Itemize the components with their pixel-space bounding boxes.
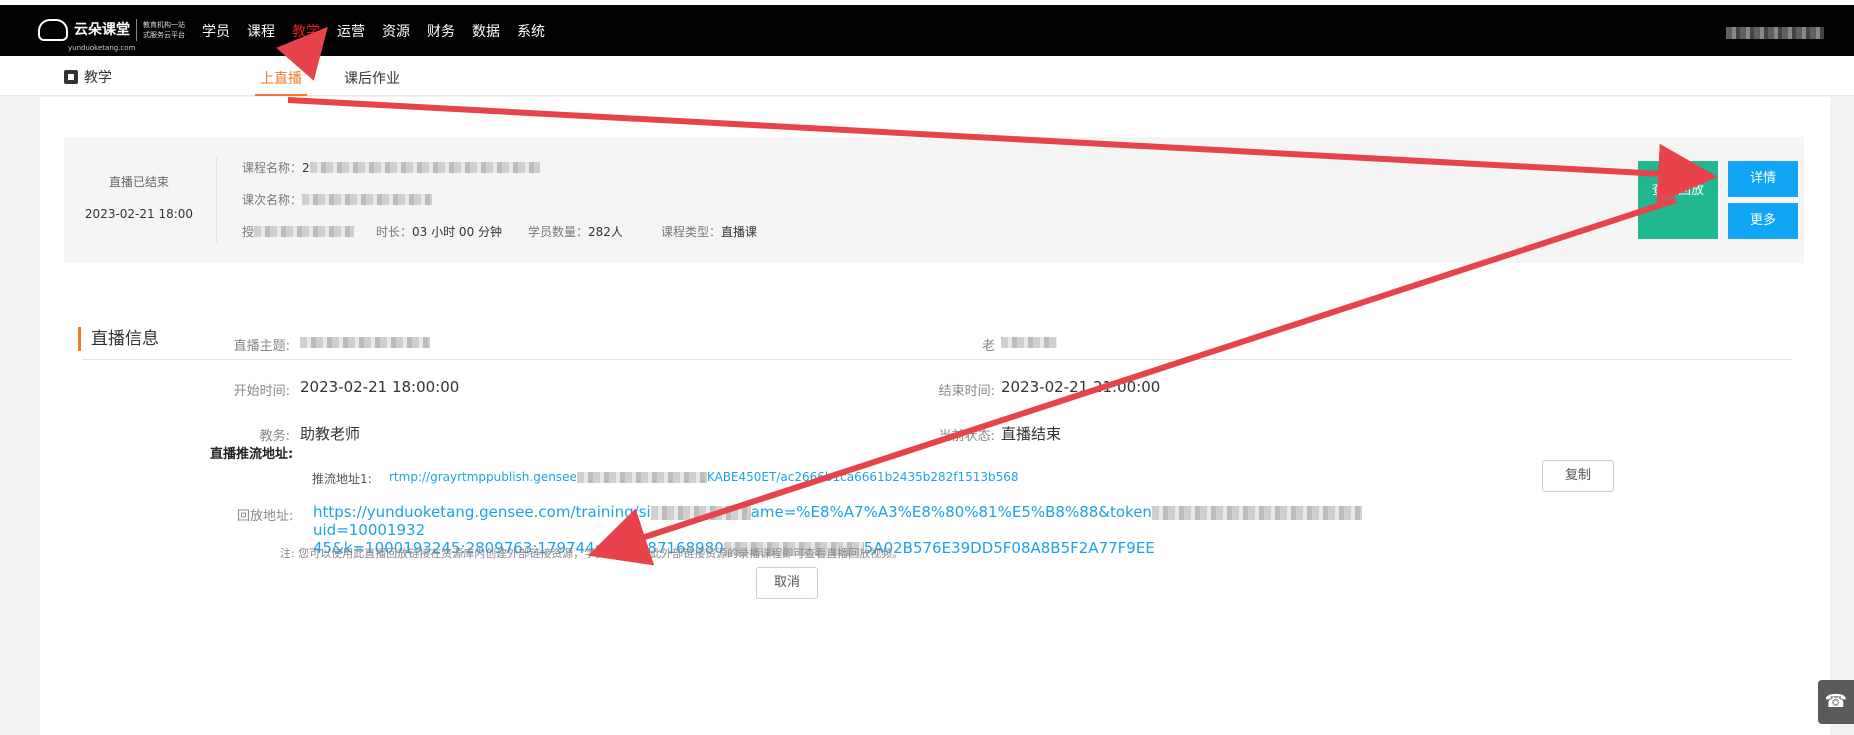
main-panel: 直播已结束 2023-02-21 18:00 课程名称： 2 课次名称： 授 时… [40, 97, 1830, 735]
session-meta-row: 授 时长： 03 小时 00 分钟 学员数量： 282人 课程类型： 直播课 [242, 223, 757, 240]
students-label: 学员数量： [528, 225, 589, 239]
push-url-label: 推流地址1: [312, 472, 372, 486]
session-name-redacted [302, 194, 433, 205]
brand-name: 云朵课堂 [74, 22, 130, 38]
tab-live[interactable]: 上直播 [255, 68, 307, 96]
duration-value: 03 小时 00 分钟 [412, 225, 503, 239]
course-name-value: 2 [302, 160, 310, 175]
push-url-redacted [576, 472, 707, 483]
topic-label: 直播主题: [233, 339, 290, 354]
assistant-label: 教务: [259, 429, 290, 444]
nav-item-data[interactable]: 数据 [472, 22, 500, 42]
course-type-value: 直播课 [720, 225, 757, 239]
replay-url-part-3: uid=10001932 [313, 521, 426, 539]
module-title-label: 教学 [84, 70, 112, 86]
module-title: 教学 [64, 67, 112, 87]
more-button[interactable]: 更多 [1728, 203, 1798, 239]
nav-item-finance[interactable]: 财务 [427, 22, 455, 42]
nav-item-system[interactable]: 系统 [517, 22, 545, 42]
copy-button[interactable]: 复制 [1542, 460, 1614, 492]
replay-url-part-1: https://yunduoketang.gensee.com/training… [313, 503, 651, 521]
push-url[interactable]: rtmp://grayrtmppublish.gensee KABE450ET/a… [389, 470, 1019, 484]
start-time-value: 2023-02-21 18:00:00 [300, 378, 460, 396]
push-url-end: KABE450ET/ac2666b1ca6661b2435b282f1513b5… [706, 470, 1019, 484]
replay-url-part-2: ame=%E8%A7%A3%E8%80%81%E5%B8%88&token [750, 503, 1152, 521]
replay-note: 注: 您可以使用此直播回放链接在资源库内创建外部链接资源，学员购买包含此外部链接… [280, 547, 904, 560]
live-session-card: 直播已结束 2023-02-21 18:00 课程名称： 2 课次名称： 授 时… [64, 137, 1804, 263]
session-status-block: 直播已结束 2023-02-21 18:00 [64, 137, 214, 263]
status-label: 当前状态: [938, 429, 995, 444]
topic-value-redacted [300, 337, 430, 348]
teaching-icon [64, 70, 78, 84]
brand-domain: yunduoketang.com [68, 44, 136, 52]
detail-button[interactable]: 详情 [1728, 161, 1798, 197]
nav-item-students[interactable]: 学员 [202, 22, 230, 42]
phone-support-icon[interactable]: ☎ [1818, 680, 1854, 724]
push-url-start: rtmp://grayrtmppublish.gensee [389, 470, 577, 484]
replay-url-label: 回放地址: [237, 509, 294, 524]
teacher-redacted [254, 226, 355, 237]
teacher-value-redacted [1001, 337, 1057, 348]
logo-divider [136, 19, 137, 41]
section-divider [82, 359, 1792, 360]
nav-item-operations[interactable]: 运营 [337, 22, 365, 42]
nav-item-resources[interactable]: 资源 [382, 22, 410, 42]
nav-item-teaching[interactable]: 教学 [292, 22, 320, 42]
replay-url-redacted-1 [650, 505, 751, 520]
replay-url-redacted-2 [1151, 505, 1362, 520]
card-divider [216, 157, 217, 243]
course-name-row: 课程名称： 2 [242, 159, 540, 176]
push-stream-title: 直播推流地址: [210, 447, 294, 462]
replay-url-part-5: 5A02B576E39DD5F08A8B5F2A77F9EE [863, 539, 1155, 557]
students-value: 282人 [588, 225, 623, 239]
brand-slogan: 教育机构一站式服务云平台 [143, 21, 185, 39]
teacher-label: 授 [242, 225, 255, 239]
duration-label: 时长： [376, 225, 413, 239]
cancel-button[interactable]: 取消 [756, 567, 818, 599]
start-time-label: 开始时间: [233, 384, 290, 399]
course-name-label: 课程名称： [242, 161, 303, 175]
tab-homework[interactable]: 课后作业 [344, 68, 400, 88]
session-status: 直播已结束 [108, 175, 169, 189]
assistant-value: 助教老师 [300, 425, 361, 443]
end-time-label: 结束时间: [938, 384, 995, 399]
user-account-menu[interactable] [1726, 27, 1824, 39]
session-name-label: 课次名称： [242, 193, 303, 207]
course-type-label: 课程类型： [660, 225, 721, 239]
nav-item-courses[interactable]: 课程 [247, 22, 275, 42]
end-time-value: 2023-02-21 21:00:00 [1001, 378, 1161, 396]
brand-logo[interactable]: 云朵课堂 yunduoketang.com 教育机构一站式服务云平台 [38, 19, 191, 52]
view-replay-button[interactable]: 查看回放 [1638, 161, 1718, 239]
live-info-title: 直播信息 [78, 327, 159, 351]
course-name-redacted [309, 162, 540, 173]
session-time: 2023-02-21 18:00 [84, 207, 194, 221]
top-navigation-bar: 云朵课堂 yunduoketang.com 教育机构一站式服务云平台 学员 课程… [0, 0, 1854, 56]
status-value: 直播结束 [1001, 425, 1062, 443]
cloud-logo-icon [38, 19, 68, 41]
teacher-field-label: 老 [981, 339, 995, 354]
session-name-row: 课次名称： [242, 191, 433, 208]
sub-navigation-bar: 教学 上直播 课后作业 [0, 56, 1854, 96]
main-nav: 学员 课程 教学 运营 资源 财务 数据 系统 [202, 22, 562, 42]
